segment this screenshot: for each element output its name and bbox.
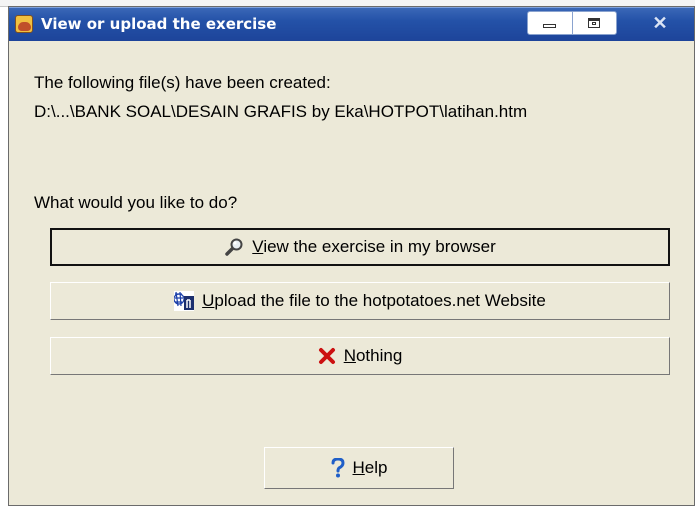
upload-button-label: Upload the file to the hotpotatoes.net W… [202,291,546,310]
help-button-label: Help [352,458,388,477]
magnifier-icon [224,237,244,257]
minimize-icon [543,24,557,28]
nothing-button[interactable]: Nothing [50,337,670,375]
dialog-body: The following file(s) have been created:… [9,41,694,505]
created-files-label: The following file(s) have been created: [34,73,331,92]
upload-to-website-button[interactable]: Upload the file to the hotpotatoes.net W… [50,282,670,320]
window-title: View or upload the exercise [41,15,277,33]
web-upload-icon [174,291,195,311]
maximize-icon [588,18,601,28]
view-button-label: View the exercise in my browser [252,237,496,256]
red-x-icon [318,347,336,365]
help-button[interactable]: Help [264,447,454,489]
minimize-button[interactable] [528,12,573,34]
window-controls [527,11,617,35]
close-icon: ✕ [652,12,668,33]
view-in-browser-button[interactable]: View the exercise in my browser [50,228,670,266]
dialog-window: View or upload the exercise ✕ The follow… [8,6,695,506]
question-label: What would you like to do? [34,193,238,212]
title-bar[interactable]: View or upload the exercise ✕ [9,7,694,41]
created-file-path: D:\...\BANK SOAL\DESAIN GRAFIS by Eka\HO… [34,102,528,121]
hot-potatoes-app-icon [15,15,33,33]
question-icon [331,458,345,478]
close-button[interactable]: ✕ [632,11,688,35]
nothing-button-label: Nothing [343,346,403,365]
maximize-button[interactable] [573,12,617,34]
